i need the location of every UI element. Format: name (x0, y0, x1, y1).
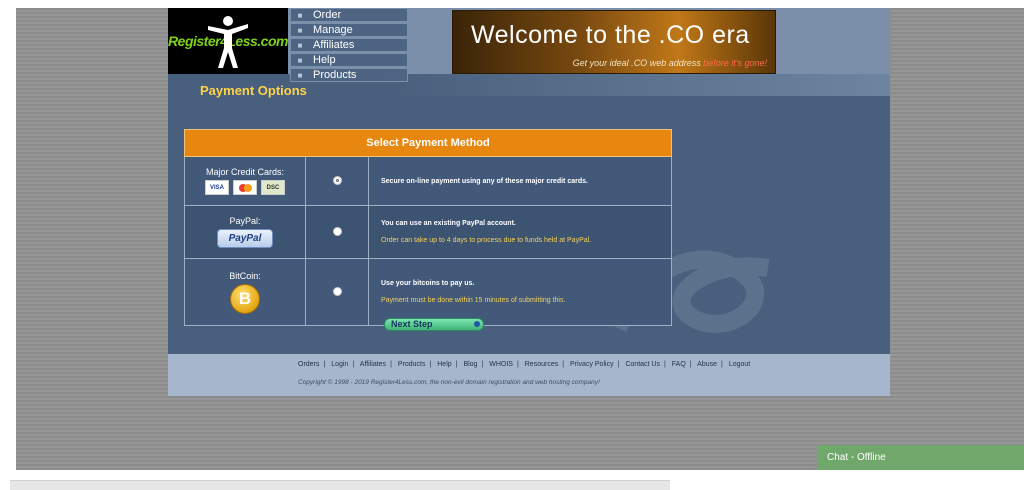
promo-banner[interactable]: Welcome to the .CO era Get your ideal .C… (452, 10, 776, 74)
footer-link-login[interactable]: Login (331, 361, 348, 368)
bullet-icon: ■ (297, 55, 303, 65)
top-margin (0, 0, 1024, 8)
credit-card-radio[interactable] (332, 175, 342, 185)
bullet-icon: ■ (297, 40, 303, 50)
payment-row-paypal: PayPal: PayPal You can use an existing P… (184, 205, 672, 259)
method-name: BitCoin: (229, 270, 261, 281)
main-nav: ■ Order ■ Manage ■ Affiliates ■ Help ■ P… (290, 8, 408, 82)
radio-cell (305, 156, 369, 206)
footer-link-orders[interactable]: Orders (298, 361, 319, 368)
bullet-icon: ■ (297, 10, 303, 20)
bitcoin-radio[interactable] (332, 286, 342, 296)
credit-card-logos: VISA DSC (185, 180, 305, 195)
method-description: Secure on-line payment using any of thes… (368, 156, 672, 206)
banner-title: Welcome to the .CO era (471, 21, 750, 49)
footer-link-blog[interactable]: Blog (463, 361, 477, 368)
radio-cell (305, 258, 369, 326)
banner-subtitle-accent: before it's gone! (703, 58, 767, 68)
nav-item-label: Order (313, 9, 342, 21)
nav-item-help[interactable]: ■ Help (290, 53, 408, 67)
footer-link-products[interactable]: Products (398, 361, 426, 368)
bullet-icon: ■ (297, 25, 303, 35)
footer-link-resources[interactable]: Resources (525, 361, 558, 368)
left-margin (0, 0, 16, 489)
payment-table-header: Select Payment Method (184, 129, 672, 157)
nav-item-label: Affiliates (313, 39, 355, 51)
method-cell: PayPal: PayPal (184, 205, 306, 259)
method-name: PayPal: (229, 216, 261, 226)
paypal-radio[interactable] (332, 226, 342, 236)
banner-subtitle-main: Get your ideal .CO web address (572, 58, 701, 68)
arrow-dot-icon (474, 321, 480, 327)
visa-icon: VISA (205, 180, 229, 195)
method-desc-text: You can use an existing PayPal account. (381, 220, 516, 227)
radio-cell (305, 205, 369, 259)
nav-item-manage[interactable]: ■ Manage (290, 23, 408, 37)
next-step-label: Next Step (391, 319, 433, 329)
chat-widget[interactable]: Chat - Offline (817, 445, 1024, 470)
footer-link-whois[interactable]: WHOIS (489, 361, 513, 368)
site-footer: Orders | Login | Affiliates | Products | Hel… (168, 354, 890, 396)
footer-link-contact[interactable]: Contact Us (625, 361, 660, 368)
paypal-icon: PayPal (217, 229, 273, 248)
bitcoin-icon: B (230, 283, 260, 314)
nav-item-affiliates[interactable]: ■ Affiliates (290, 38, 408, 52)
discover-icon: DSC (261, 180, 285, 195)
method-note: Payment must be done within 15 minutes o… (381, 297, 566, 304)
method-name: Major Credit Cards: (205, 167, 285, 177)
method-description: You can use an existing PayPal account. … (368, 205, 672, 259)
footer-link-logout[interactable]: Logout (729, 361, 750, 368)
site-logo[interactable]: Register4Less.com (168, 8, 288, 74)
footer-link-affiliates[interactable]: Affiliates (360, 361, 386, 368)
copyright-text: Copyright © 1998 - 2019 Register4Less.co… (298, 379, 600, 386)
site-container: Register4Less.com ■ Order ■ Manage ■ Aff… (168, 8, 890, 396)
method-cell: BitCoin: B (184, 258, 306, 326)
footer-link-faq[interactable]: FAQ (672, 361, 686, 368)
footer-link-abuse[interactable]: Abuse (697, 361, 717, 368)
page-title: Payment Options (200, 83, 307, 98)
nav-item-order[interactable]: ■ Order (290, 8, 408, 22)
method-desc-text: Secure on-line payment using any of thes… (381, 177, 588, 185)
mastercard-icon (233, 180, 257, 195)
footer-link-privacy[interactable]: Privacy Policy (570, 361, 614, 368)
site-header: Register4Less.com ■ Order ■ Manage ■ Aff… (168, 8, 890, 82)
payment-table: Select Payment Method Major Credit Cards… (184, 129, 672, 326)
nav-item-label: Manage (313, 24, 353, 36)
footer-link-help[interactable]: Help (437, 361, 451, 368)
nav-item-label: Help (313, 54, 336, 66)
payment-row-credit-card: Major Credit Cards: VISA DSC Secure on-l… (184, 156, 672, 206)
payment-row-bitcoin: BitCoin: B Use your bitcoins to pay us. … (184, 258, 672, 326)
logo-figure-icon (208, 16, 248, 68)
banner-subtitle: Get your ideal .CO web address before it… (573, 58, 767, 68)
footer-links: Orders | Login | Affiliates | Products | Hel… (298, 361, 751, 368)
method-note: Order can take up to 4 days to process d… (381, 237, 592, 244)
method-cell: Major Credit Cards: VISA DSC (184, 156, 306, 206)
method-desc-text: Use your bitcoins to pay us. (381, 280, 475, 287)
next-step-button[interactable]: Next Step (384, 318, 484, 331)
method-description: Use your bitcoins to pay us. Payment mus… (368, 258, 672, 326)
